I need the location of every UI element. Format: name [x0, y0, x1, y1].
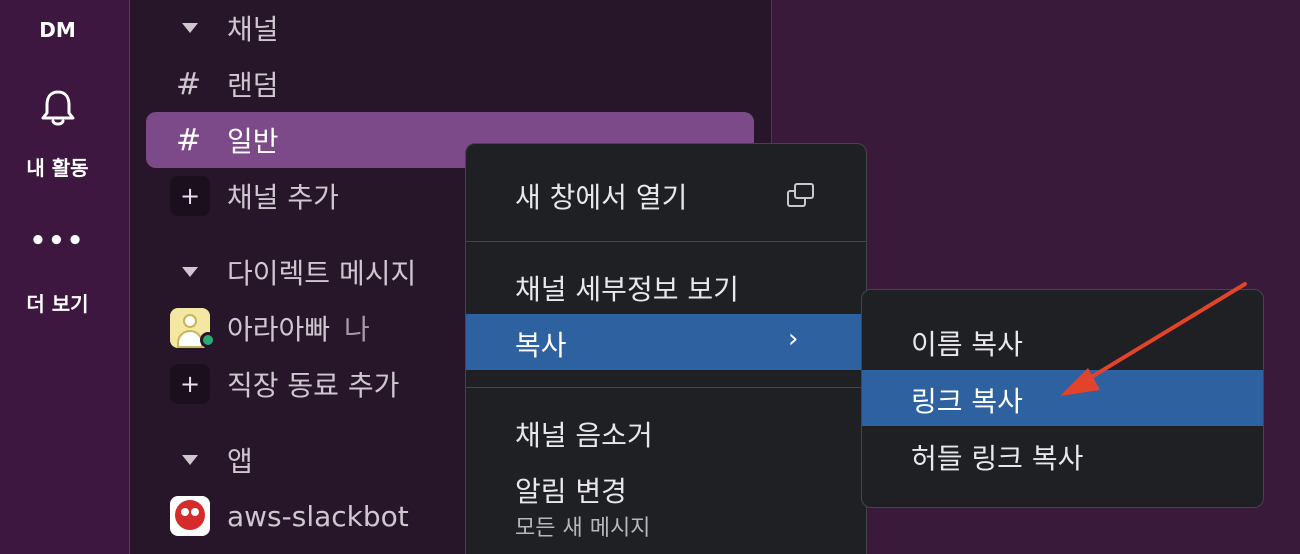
plus-icon: + — [170, 364, 210, 404]
submenu-copy-huddle-link[interactable]: 허들 링크 복사 — [862, 427, 1263, 483]
chevron-right-icon: › — [788, 324, 799, 354]
hash-icon: # — [176, 122, 202, 158]
menu-change-notifications[interactable]: 알림 변경 — [466, 460, 866, 516]
rail-more-label[interactable]: 더 보기 — [0, 288, 115, 317]
more-icon[interactable]: ••• — [0, 226, 115, 256]
caret-down-icon — [182, 23, 198, 33]
section-label: 채널 — [227, 13, 279, 46]
bot-avatar — [170, 496, 210, 536]
menu-divider — [466, 241, 866, 242]
menu-mute-channel[interactable]: 채널 음소거 — [466, 404, 866, 460]
hash-icon: # — [176, 66, 202, 102]
bell-icon[interactable] — [39, 88, 77, 128]
caret-down-icon — [182, 455, 198, 465]
menu-view-channel-details[interactable]: 채널 세부정보 보기 — [466, 258, 866, 314]
app-label: aws-slackbot — [227, 499, 409, 533]
online-status-icon — [200, 332, 216, 348]
section-channels[interactable]: 채널 — [130, 2, 770, 54]
rail-dm[interactable]: DM — [0, 18, 115, 42]
add-coworker-label: 직장 동료 추가 — [227, 369, 400, 402]
menu-divider — [466, 387, 866, 388]
channel-label: 랜덤 — [227, 69, 279, 102]
notifications-current-setting: 모든 새 메시지 — [515, 516, 651, 541]
plus-icon: + — [170, 176, 210, 216]
new-window-icon — [787, 183, 814, 207]
workspace-rail: DM 내 활동 ••• 더 보기 — [0, 0, 130, 554]
channel-context-menu: 새 창에서 열기 채널 세부정보 보기 복사 › 채널 음소거 알림 변경 모든… — [465, 143, 867, 554]
submenu-copy-link[interactable]: 링크 복사 — [862, 370, 1263, 426]
submenu-copy-name[interactable]: 이름 복사 — [862, 313, 1263, 369]
dm-user-label: 아라아빠 나 — [227, 313, 370, 346]
sidebar-item-random[interactable]: # 랜덤 — [130, 58, 770, 110]
channel-label: 일반 — [227, 125, 279, 158]
rail-activity-label[interactable]: 내 활동 — [0, 152, 115, 181]
section-label: 앱 — [227, 445, 253, 478]
menu-copy[interactable]: 복사 › — [466, 314, 866, 370]
caret-down-icon — [182, 267, 198, 277]
add-channel-label: 채널 추가 — [227, 181, 339, 214]
section-label: 다이렉트 메시지 — [227, 257, 417, 290]
copy-submenu: 이름 복사 링크 복사 허들 링크 복사 — [861, 289, 1264, 508]
menu-open-new-window[interactable]: 새 창에서 열기 — [466, 166, 866, 222]
